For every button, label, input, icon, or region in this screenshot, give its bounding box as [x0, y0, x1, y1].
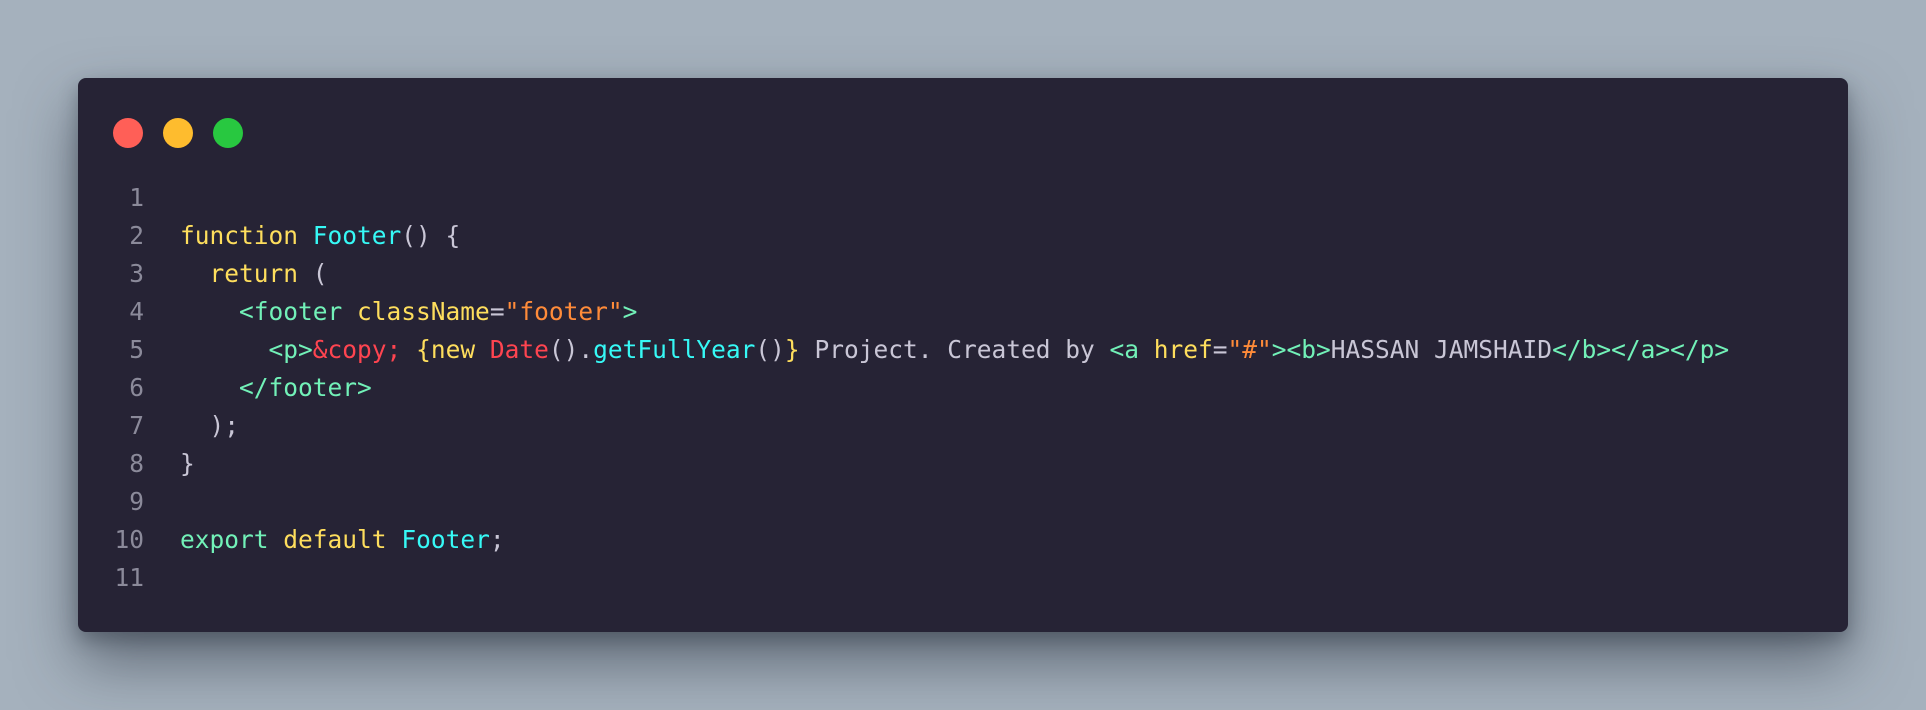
code-token: href [1153, 335, 1213, 364]
line-code: <footer className="footer"> [180, 293, 637, 331]
line-number: 4 [129, 297, 144, 326]
window-controls [113, 118, 243, 148]
code-token: className [357, 297, 490, 326]
code-token: <p> [268, 335, 313, 364]
code-line: 7 ); [78, 407, 1848, 445]
close-dot-icon[interactable] [113, 118, 143, 148]
line-number: 6 [129, 373, 144, 402]
code-token: () { [401, 221, 461, 250]
code-token: Footer [312, 221, 402, 250]
code-line: 4 <footer className="footer"> [78, 293, 1848, 331]
line-number: 7 [129, 411, 144, 440]
code-line: 3 return ( [78, 255, 1848, 293]
line-number: 9 [129, 487, 144, 516]
code-token: export [180, 525, 269, 554]
code-line: 8} [78, 445, 1848, 483]
code-line: 2 function Footer() { [78, 217, 1848, 255]
code-token: new [430, 335, 476, 364]
code-token: <a [1109, 335, 1139, 364]
code-token: > [622, 297, 638, 326]
code-token: function [180, 221, 299, 250]
code-token: </footer> [239, 373, 372, 402]
code-line: 5 <p>&copy; {new Date().getFullYear()} P… [78, 331, 1848, 369]
code-token: ; [489, 525, 505, 554]
line-number: 1 [129, 183, 144, 212]
line-code: ); [180, 407, 240, 445]
code-token: <footer [239, 297, 343, 326]
code-line: 1 [78, 179, 1848, 217]
code-token: = [489, 297, 505, 326]
line-code: return ( [180, 255, 328, 293]
line-number: 10 [114, 525, 144, 554]
code-token: Project. Created by [799, 335, 1110, 364]
code-line: 11 [78, 559, 1848, 597]
code-token: { [416, 335, 431, 364]
code-token: default [283, 525, 387, 554]
code-line: 6 </footer> [78, 369, 1848, 407]
line-code: function Footer() { [180, 217, 460, 255]
code-token: () [755, 335, 785, 364]
code-token: (). [548, 335, 594, 364]
code-token: ( [298, 259, 328, 288]
code-token: } [180, 449, 195, 478]
line-code: export default Footer; [180, 521, 505, 559]
code-token: ); [180, 411, 240, 440]
code-token: getFullYear [593, 335, 756, 364]
code-token: "#" [1227, 335, 1272, 364]
code-line: 10 export default Footer; [78, 521, 1848, 559]
maximize-dot-icon[interactable] [213, 118, 243, 148]
line-number: 2 [129, 221, 144, 250]
code-token: "footer" [504, 297, 623, 326]
code-line: 9 [78, 483, 1848, 521]
line-number: 3 [129, 259, 144, 288]
code-token: ><b> [1271, 335, 1331, 364]
line-code: </footer> [180, 369, 372, 407]
line-number: 5 [129, 335, 144, 364]
line-code: <p>&copy; {new Date().getFullYear()} Pro… [180, 331, 1730, 369]
code-token: HASSAN JAMSHAID [1330, 335, 1553, 364]
code-token: Date [489, 335, 549, 364]
line-number: 8 [129, 449, 144, 478]
code-token: = [1212, 335, 1228, 364]
code-token: Footer [401, 525, 490, 554]
line-code: } [180, 445, 195, 483]
line-number: 11 [114, 563, 144, 592]
minimize-dot-icon[interactable] [163, 118, 193, 148]
code-token: return [209, 259, 299, 288]
code-token: &copy; [312, 335, 402, 364]
code-window: 1 2 function Footer() {3 return (4 <footer… [78, 78, 1848, 632]
code-token: } [784, 335, 800, 364]
code-token: </b></a></p> [1552, 335, 1730, 364]
code-editor: 1 2 function Footer() {3 return (4 <footer… [78, 179, 1848, 597]
